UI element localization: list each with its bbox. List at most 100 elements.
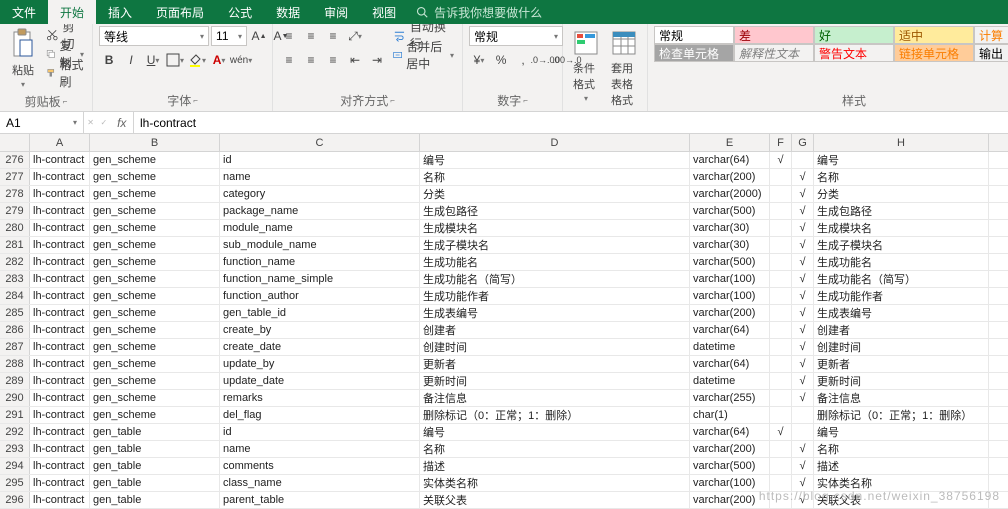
cell[interactable]: gen_scheme bbox=[90, 407, 220, 423]
cell[interactable]: √ bbox=[792, 254, 814, 270]
cell[interactable] bbox=[770, 288, 792, 304]
cell[interactable]: varchar(500) bbox=[690, 458, 770, 474]
cell[interactable]: √ bbox=[792, 169, 814, 185]
row-header[interactable]: 292 bbox=[0, 424, 30, 440]
cell[interactable]: gen_table bbox=[90, 441, 220, 457]
style-calc[interactable]: 计算 bbox=[974, 26, 1008, 44]
cell[interactable]: √ bbox=[792, 305, 814, 321]
cell[interactable]: lh-contract bbox=[30, 203, 90, 219]
cell[interactable] bbox=[792, 152, 814, 168]
cell[interactable]: lh-contract bbox=[30, 254, 90, 270]
cell[interactable] bbox=[770, 254, 792, 270]
cell[interactable]: √ bbox=[770, 152, 792, 168]
row-header[interactable]: 289 bbox=[0, 373, 30, 389]
orientation-button[interactable]: ⤢▾ bbox=[345, 26, 365, 46]
cell[interactable]: lh-contract bbox=[30, 152, 90, 168]
italic-button[interactable]: I bbox=[121, 50, 141, 70]
cell[interactable]: gen_table bbox=[90, 458, 220, 474]
cell[interactable]: varchar(500) bbox=[690, 254, 770, 270]
cell[interactable]: gen_scheme bbox=[90, 271, 220, 287]
cell[interactable] bbox=[770, 237, 792, 253]
cell[interactable]: √ bbox=[792, 339, 814, 355]
col-header-A[interactable]: A bbox=[30, 134, 90, 151]
indent-dec-icon[interactable]: ⇤ bbox=[345, 50, 365, 70]
cell[interactable]: 备注信息 bbox=[814, 390, 989, 406]
tell-me[interactable]: 告诉我你想要做什么 bbox=[416, 4, 542, 21]
cell[interactable]: √ bbox=[792, 288, 814, 304]
cell[interactable]: 生成功能名（简写） bbox=[814, 271, 989, 287]
cell[interactable]: parent_table bbox=[220, 492, 420, 508]
cell[interactable]: name bbox=[220, 169, 420, 185]
cell[interactable]: function_name bbox=[220, 254, 420, 270]
cell[interactable]: gen_scheme bbox=[90, 203, 220, 219]
cell[interactable] bbox=[792, 424, 814, 440]
row-header[interactable]: 288 bbox=[0, 356, 30, 372]
cell[interactable]: 编号 bbox=[814, 424, 989, 440]
cell[interactable]: 生成功能作者 bbox=[420, 288, 690, 304]
cell[interactable]: varchar(500) bbox=[690, 203, 770, 219]
cell[interactable]: gen_scheme bbox=[90, 288, 220, 304]
cell[interactable]: varchar(100) bbox=[690, 271, 770, 287]
col-header-B[interactable]: B bbox=[90, 134, 220, 151]
style-output[interactable]: 输出 bbox=[974, 44, 1008, 62]
conditional-format-button[interactable]: 条件格式▾ bbox=[569, 26, 603, 105]
select-all-corner[interactable] bbox=[0, 134, 30, 151]
cell[interactable]: 备注信息 bbox=[420, 390, 690, 406]
row-header[interactable]: 281 bbox=[0, 237, 30, 253]
row-header[interactable]: 291 bbox=[0, 407, 30, 423]
col-header-G[interactable]: G bbox=[792, 134, 814, 151]
cell[interactable]: 更新时间 bbox=[814, 373, 989, 389]
cell[interactable]: lh-contract bbox=[30, 220, 90, 236]
cell[interactable]: √ bbox=[792, 390, 814, 406]
cell[interactable] bbox=[770, 220, 792, 236]
cell[interactable]: 生成子模块名 bbox=[420, 237, 690, 253]
paste-button[interactable]: 粘贴 ▾ bbox=[6, 26, 40, 91]
cell[interactable]: gen_scheme bbox=[90, 356, 220, 372]
cell[interactable]: √ bbox=[792, 203, 814, 219]
col-header-D[interactable]: D bbox=[420, 134, 690, 151]
cell[interactable]: varchar(64) bbox=[690, 424, 770, 440]
cell[interactable] bbox=[770, 271, 792, 287]
cell[interactable]: 实体类名称 bbox=[420, 475, 690, 491]
format-painter-button[interactable]: 格式刷 bbox=[44, 64, 86, 82]
cell[interactable]: gen_scheme bbox=[90, 152, 220, 168]
row-header[interactable]: 286 bbox=[0, 322, 30, 338]
cell[interactable]: lh-contract bbox=[30, 424, 90, 440]
cell[interactable]: 创建者 bbox=[420, 322, 690, 338]
tab-1[interactable]: 开始 bbox=[48, 0, 96, 24]
enter-icon[interactable]: ✓ bbox=[101, 118, 108, 127]
cell[interactable]: 编号 bbox=[814, 152, 989, 168]
border-button[interactable]: ▾ bbox=[165, 50, 185, 70]
cell[interactable] bbox=[770, 203, 792, 219]
cell[interactable]: update_by bbox=[220, 356, 420, 372]
cell[interactable]: lh-contract bbox=[30, 339, 90, 355]
cell[interactable]: char(1) bbox=[690, 407, 770, 423]
tab-6[interactable]: 审阅 bbox=[312, 0, 360, 24]
cell[interactable]: gen_scheme bbox=[90, 254, 220, 270]
align-left-icon[interactable]: ≡ bbox=[279, 50, 299, 70]
cell[interactable]: gen_scheme bbox=[90, 186, 220, 202]
row-header[interactable]: 296 bbox=[0, 492, 30, 508]
cell[interactable]: remarks bbox=[220, 390, 420, 406]
indent-inc-icon[interactable]: ⇥ bbox=[367, 50, 387, 70]
cell[interactable]: 生成包路径 bbox=[814, 203, 989, 219]
cell[interactable]: 编号 bbox=[420, 152, 690, 168]
row-header[interactable]: 276 bbox=[0, 152, 30, 168]
cell[interactable]: 生成表编号 bbox=[814, 305, 989, 321]
cell[interactable]: gen_table_id bbox=[220, 305, 420, 321]
cell[interactable]: gen_scheme bbox=[90, 373, 220, 389]
cell[interactable]: √ bbox=[792, 237, 814, 253]
cell[interactable]: √ bbox=[792, 322, 814, 338]
cell[interactable]: sub_module_name bbox=[220, 237, 420, 253]
cell[interactable]: lh-contract bbox=[30, 441, 90, 457]
cell[interactable]: lh-contract bbox=[30, 305, 90, 321]
cell[interactable]: varchar(64) bbox=[690, 152, 770, 168]
tab-5[interactable]: 数据 bbox=[264, 0, 312, 24]
cell[interactable]: lh-contract bbox=[30, 322, 90, 338]
cell[interactable]: gen_scheme bbox=[90, 322, 220, 338]
table-format-button[interactable]: 套用 表格格式▾ bbox=[607, 26, 641, 112]
cell[interactable]: 删除标记（0：正常；1：删除） bbox=[420, 407, 690, 423]
cell[interactable]: gen_scheme bbox=[90, 169, 220, 185]
cell[interactable]: gen_scheme bbox=[90, 220, 220, 236]
fill-color-button[interactable]: ▾ bbox=[187, 50, 207, 70]
